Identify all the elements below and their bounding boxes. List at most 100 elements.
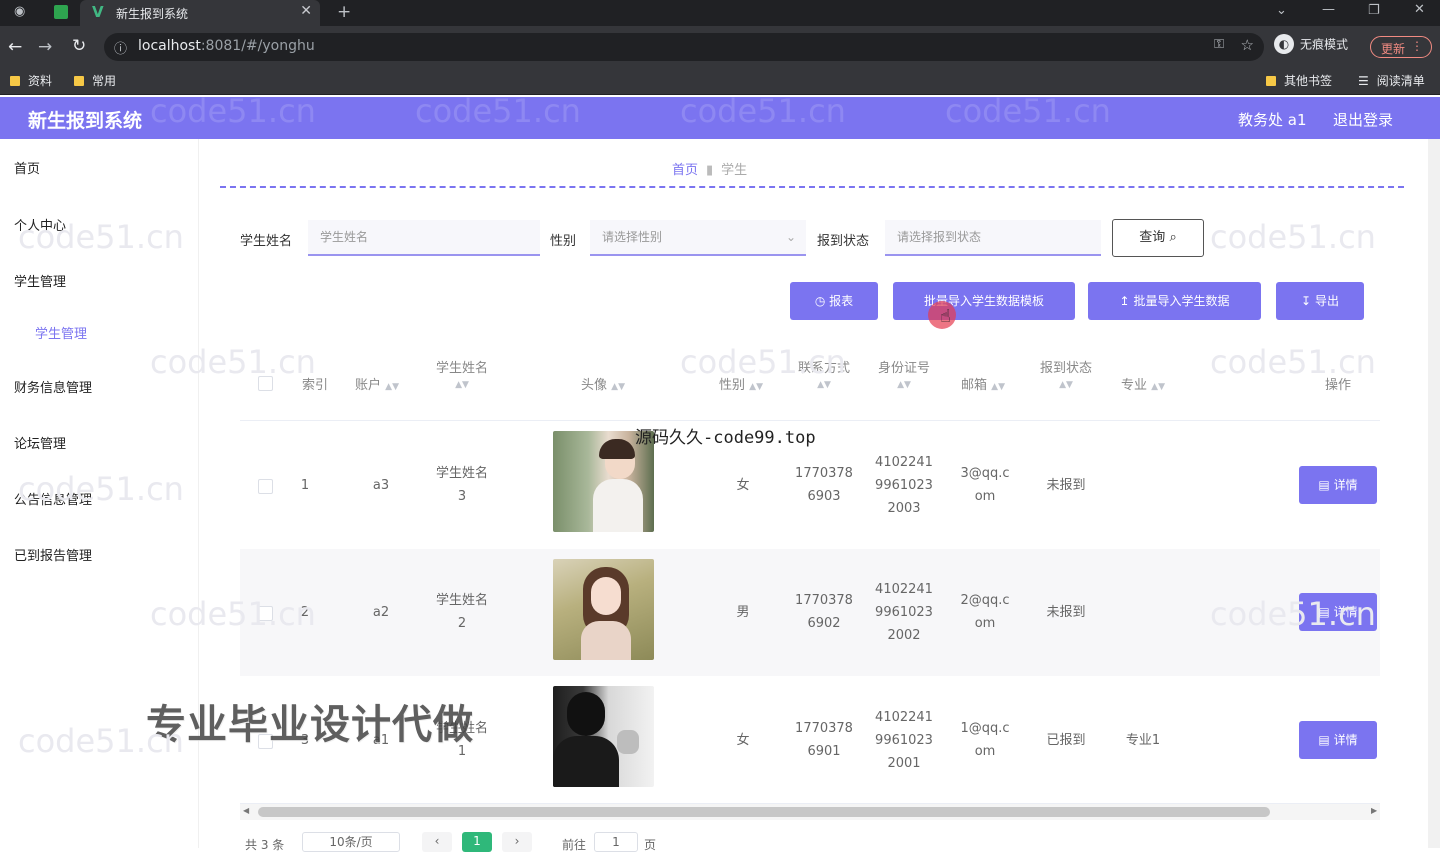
column-header-idcard[interactable]: 身份证号 ▲▼	[870, 357, 938, 391]
detail-button[interactable]: ▤ 详情	[1299, 721, 1377, 759]
back-icon[interactable]: ←	[8, 37, 22, 57]
upload-icon: ↥	[1119, 294, 1130, 308]
bookmark-folder[interactable]: 常用	[74, 72, 116, 89]
cell-phone-line: 1770378	[795, 593, 853, 608]
close-tab-icon[interactable]: ✕	[300, 3, 312, 19]
sort-icon[interactable]: ▲▼	[817, 380, 831, 390]
page-scrollbar[interactable]	[1428, 139, 1440, 848]
import-template-button[interactable]: 批量导入学生数据模板	[893, 282, 1075, 320]
browser-globe-icon[interactable]: ◉	[14, 4, 25, 19]
reading-list-icon: ☰	[1358, 74, 1369, 88]
row-checkbox[interactable]	[258, 606, 273, 621]
sort-icon[interactable]: ▲▼	[1151, 382, 1165, 392]
sidebar-item-home[interactable]: 首页	[14, 158, 40, 177]
scroll-left-icon[interactable]: ◀	[243, 806, 249, 815]
password-key-icon[interactable]: ⚿	[1214, 37, 1224, 52]
scrollbar-thumb[interactable]	[258, 807, 1270, 817]
report-button[interactable]: ◷ 报表	[790, 282, 878, 320]
goto-page-input[interactable]: 1	[594, 832, 638, 852]
new-tab-icon[interactable]: +	[337, 2, 351, 22]
scroll-right-icon[interactable]: ▶	[1371, 806, 1377, 815]
sidebar-item-students[interactable]: 学生管理	[14, 271, 66, 290]
page-size-select[interactable]: 10条/页	[302, 832, 400, 852]
detail-button[interactable]: ▤ 详情	[1299, 466, 1377, 504]
status-filter-input[interactable]: 请选择报到状态	[885, 220, 1101, 256]
vue-logo-icon: V	[92, 3, 104, 21]
incognito-indicator[interactable]: ◐ 无痕模式	[1274, 34, 1348, 54]
pinned-tab-icon[interactable]	[54, 5, 68, 19]
sort-icon[interactable]: ▲▼	[897, 380, 911, 390]
cell-email-line: om	[974, 489, 996, 504]
column-header-status[interactable]: 报到状态 ▲▼	[1030, 357, 1102, 391]
gender-select[interactable]: 请选择性别 ⌄	[590, 220, 806, 256]
sidebar-item-reports[interactable]: 已到报告管理	[14, 545, 92, 564]
column-header-name[interactable]: 学生姓名 ▲▼	[424, 357, 500, 391]
column-header-account[interactable]: 账户 ▲▼	[346, 374, 408, 393]
cell-idcard-line: 9961023	[875, 478, 933, 493]
logout-link[interactable]: 退出登录	[1333, 109, 1393, 130]
cell-status: 未报到	[1046, 478, 1086, 493]
minimize-icon[interactable]: —	[1322, 2, 1335, 17]
update-button[interactable]: 更新 ⋮	[1370, 36, 1432, 58]
cell-idcard-line: 9961023	[875, 733, 933, 748]
app-header	[0, 97, 1440, 139]
cell-name-line: 学生姓名	[435, 593, 488, 608]
bookmark-star-icon[interactable]: ☆	[1241, 36, 1254, 54]
next-page-button[interactable]: ›	[502, 832, 532, 852]
bookmark-folder[interactable]: 资料	[10, 72, 52, 89]
detail-button[interactable]: ▤ 详情	[1299, 593, 1377, 631]
column-header-gender[interactable]: 性别 ▲▼	[708, 374, 774, 393]
sort-icon[interactable]: ▲▼	[749, 382, 763, 392]
restore-icon[interactable]: ❐	[1368, 3, 1380, 18]
tab-search-icon[interactable]: ⌄	[1276, 3, 1287, 18]
name-filter-input[interactable]: 学生姓名	[308, 220, 540, 256]
address-bar[interactable]: ⓘ localhost:8081/#/yonghu ⚿ ☆	[104, 33, 1264, 61]
dashed-divider	[220, 186, 1404, 188]
sort-icon[interactable]: ▲▼	[611, 382, 625, 392]
export-button[interactable]: ↧ 导出	[1276, 282, 1364, 320]
sort-icon[interactable]: ▲▼	[1059, 380, 1073, 390]
prev-page-button[interactable]: ‹	[422, 832, 452, 852]
cell-phone-line: 6901	[807, 744, 841, 759]
cell-account: a2	[372, 605, 390, 620]
column-header-email[interactable]: 邮箱 ▲▼	[950, 374, 1016, 393]
current-user: 教务处 a1	[1238, 111, 1307, 129]
download-icon: ↧	[1301, 294, 1312, 308]
pagination-total: 共 3 条	[245, 838, 285, 852]
site-info-icon[interactable]: ⓘ	[114, 38, 127, 57]
browser-tab[interactable]: V 新生报到系统 ✕	[80, 0, 320, 26]
page-number-current[interactable]: 1	[462, 832, 492, 852]
column-label: 操作	[1324, 378, 1351, 393]
forward-icon[interactable]: →	[38, 37, 52, 57]
sort-icon[interactable]: ▲▼	[991, 382, 1005, 392]
sidebar-item-profile[interactable]: 个人中心	[14, 215, 66, 234]
cell-email: 1@qq.c om	[952, 717, 1018, 763]
column-header-phone[interactable]: 联系方式 ▲▼	[790, 357, 858, 391]
detail-label: 详情	[1333, 733, 1358, 747]
cell-gender: 男	[736, 605, 750, 620]
window-close-icon[interactable]: ✕	[1414, 2, 1425, 17]
other-bookmarks[interactable]: 其他书签	[1266, 72, 1332, 89]
name-filter-label: 学生姓名	[240, 234, 293, 249]
column-label: 报到状态	[1039, 361, 1092, 376]
query-button[interactable]: 查询 ⌕	[1112, 219, 1204, 257]
sidebar-item-finance[interactable]: 财务信息管理	[14, 377, 92, 396]
reload-icon[interactable]: ↻	[72, 36, 86, 56]
column-header-avatar[interactable]: 头像 ▲▼	[560, 374, 646, 393]
reading-list[interactable]: ☰ 阅读清单	[1358, 72, 1425, 89]
sort-icon[interactable]: ▲▼	[385, 382, 399, 392]
query-label: 查询	[1139, 230, 1166, 245]
sidebar-item-forum[interactable]: 论坛管理	[14, 433, 66, 452]
breadcrumb-home[interactable]: 首页	[672, 163, 698, 178]
sidebar-item-notices[interactable]: 公告信息管理	[14, 489, 92, 508]
column-header-major[interactable]: 专业 ▲▼	[1110, 374, 1176, 393]
sort-icon[interactable]: ▲▼	[455, 380, 469, 390]
row-checkbox[interactable]	[258, 479, 273, 494]
sidebar-subitem-students[interactable]: 学生管理	[35, 323, 87, 342]
batch-import-button[interactable]: ↥ 批量导入学生数据	[1088, 282, 1261, 320]
cell-idcard: 4102241 9961023 2003	[870, 451, 938, 520]
cell-phone: 1770378 6903	[790, 462, 858, 508]
select-all-checkbox[interactable]	[258, 376, 273, 391]
tab-title: 新生报到系统	[116, 7, 189, 21]
document-icon: ▤	[1318, 733, 1330, 747]
